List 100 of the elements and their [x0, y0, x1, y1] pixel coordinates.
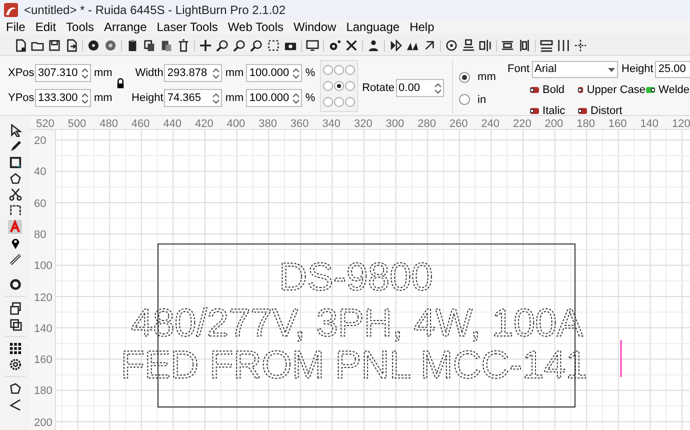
menu-item[interactable]: Language — [346, 18, 400, 36]
align-icon[interactable] — [479, 39, 492, 52]
grid-icon[interactable] — [8, 342, 22, 355]
zoom-icon[interactable] — [250, 39, 263, 52]
number-field[interactable]: 0.00 — [396, 79, 444, 97]
anchor-radio[interactable] — [323, 96, 334, 107]
frame-icon[interactable] — [8, 204, 22, 217]
ruler-label: 320 — [354, 117, 372, 132]
zoom-in-icon[interactable] — [216, 39, 229, 52]
spinner-icon[interactable] — [213, 68, 220, 78]
unit-radio[interactable] — [458, 94, 470, 106]
number-field[interactable]: 133.300 — [35, 89, 91, 107]
align-icon[interactable] — [501, 39, 514, 52]
menu-item[interactable]: Web Tools — [228, 18, 284, 36]
ruler-label: 180 — [576, 117, 595, 132]
menu-item[interactable]: Edit — [35, 18, 56, 36]
toggle-switch[interactable] — [578, 108, 587, 114]
caret-icon[interactable] — [608, 68, 615, 72]
export-icon[interactable] — [65, 39, 78, 52]
new-file-icon[interactable] — [14, 39, 27, 52]
number-field[interactable]: 307.310 — [35, 64, 91, 82]
rectangle-icon[interactable] — [8, 156, 22, 169]
align-icon[interactable] — [462, 39, 475, 52]
number-field[interactable]: 100.000 — [246, 64, 302, 82]
monitor-icon[interactable] — [306, 39, 319, 52]
ruler-label: 160 — [608, 117, 627, 132]
ruler-label: 100 — [34, 259, 52, 274]
number-field[interactable]: 293.878 — [164, 64, 222, 82]
weld-icon[interactable] — [8, 302, 22, 315]
ruler-label: 340 — [322, 117, 341, 132]
clipboard-icon[interactable] — [126, 39, 139, 52]
spinner-icon[interactable] — [213, 92, 220, 104]
toggle-switch[interactable] — [646, 87, 655, 94]
paste-icon[interactable] — [160, 39, 173, 52]
ruler-label: 440 — [163, 117, 182, 132]
ruler-label: 60 — [34, 196, 46, 212]
align-icon[interactable] — [518, 39, 531, 52]
app-logo-icon — [4, 3, 18, 17]
distribute-icon[interactable] — [557, 39, 570, 52]
ruler-label: 140 — [34, 322, 52, 337]
toggle-switch[interactable] — [530, 108, 539, 114]
ruler-label: 520 — [36, 117, 54, 132]
toggle-switch[interactable] — [578, 87, 583, 94]
menu-item[interactable]: Tools — [66, 18, 94, 36]
mirror-icon[interactable] — [389, 39, 402, 52]
anchor-radio[interactable] — [334, 80, 344, 91]
menu-item[interactable]: Window — [294, 18, 336, 36]
radio-label: mm — [478, 70, 496, 85]
unit-label: mm — [225, 90, 245, 106]
polygon-icon[interactable] — [8, 172, 22, 185]
save-icon[interactable] — [48, 39, 61, 52]
unit-radio[interactable] — [458, 72, 470, 83]
number-field[interactable]: 25.00 — [655, 61, 690, 78]
spinner-icon[interactable] — [82, 92, 88, 104]
font-dropdown[interactable]: Arial — [532, 61, 618, 78]
number-field[interactable]: 100.000 — [246, 89, 302, 107]
unit-label: % — [305, 90, 316, 106]
ruler-label: 120 — [34, 290, 52, 306]
node-icon[interactable] — [8, 382, 22, 395]
field-label: Font — [508, 62, 530, 78]
anchor-radio[interactable] — [323, 65, 334, 76]
anchor-radio[interactable] — [334, 65, 344, 76]
anchor-radio[interactable] — [345, 96, 356, 107]
window-title: <untitled> * - Ruida 6445S - LightBurn Pro 2.1.02 — [24, 2, 286, 19]
unit-label: mm — [225, 66, 245, 81]
ring-icon[interactable] — [8, 278, 22, 291]
pointer-icon[interactable] — [8, 124, 22, 137]
anchor-radio[interactable] — [334, 96, 344, 107]
anchor-radio[interactable] — [345, 80, 356, 91]
selection-frame-icon[interactable] — [267, 39, 280, 52]
trash-icon[interactable] — [177, 39, 190, 52]
move-icon[interactable] — [199, 39, 212, 52]
menu-item[interactable]: Laser Tools — [156, 18, 218, 36]
menu-item[interactable]: File — [6, 18, 26, 36]
distribute-icon[interactable] — [540, 39, 553, 52]
folder-icon[interactable] — [31, 39, 44, 52]
spinner-icon[interactable] — [293, 68, 300, 78]
anchor-radio[interactable] — [345, 65, 356, 76]
outlined-text[interactable]: DS-9800 — [279, 256, 433, 299]
anchor-radio[interactable] — [323, 80, 334, 91]
ruler-label: 140 — [640, 117, 659, 132]
grid-dots-icon[interactable] — [574, 39, 587, 52]
menu-item[interactable]: Arrange — [104, 18, 147, 36]
spinner-icon[interactable] — [82, 68, 88, 78]
toggle-label: Bold — [542, 83, 565, 98]
spinner-icon[interactable] — [293, 92, 300, 104]
scissors-icon[interactable] — [8, 188, 22, 201]
angle-icon[interactable] — [8, 398, 22, 411]
overlap-icon[interactable] — [8, 318, 22, 331]
disc-icon[interactable] — [87, 39, 100, 52]
toggle-switch[interactable] — [530, 87, 539, 94]
measure-icon[interactable] — [8, 253, 22, 266]
zoom-out-icon[interactable] — [233, 39, 246, 52]
number-field[interactable]: 74.365 — [164, 89, 222, 107]
ruler-label: 200 — [34, 416, 52, 430]
menu-item[interactable]: Help — [410, 18, 434, 36]
copy-icon[interactable] — [143, 39, 156, 52]
spinner-icon[interactable] — [434, 82, 441, 94]
pencil-icon[interactable] — [8, 140, 22, 153]
target-icon[interactable] — [445, 39, 458, 52]
